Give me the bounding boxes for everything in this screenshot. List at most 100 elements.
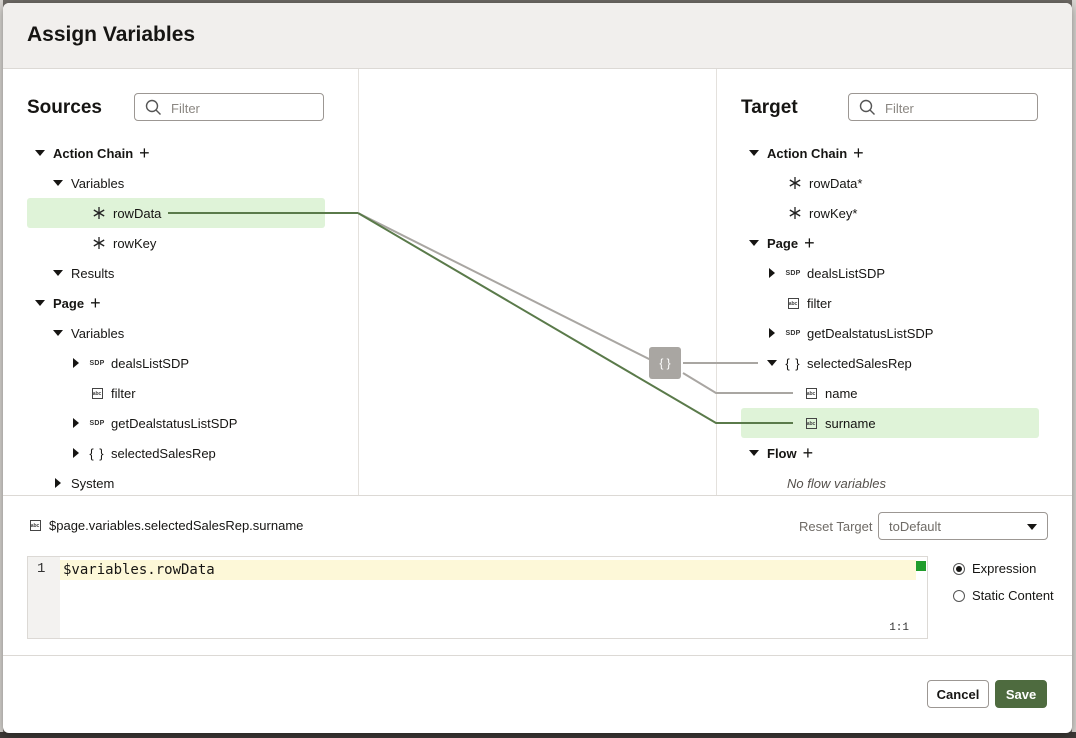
- expand-icon[interactable]: [53, 478, 63, 488]
- add-icon[interactable]: +: [139, 144, 150, 162]
- expand-icon[interactable]: [71, 358, 81, 368]
- target-tree-item[interactable]: Action Chain +: [749, 138, 864, 168]
- target-tree-item[interactable]: abc name: [803, 378, 858, 408]
- object-type-icon: { }: [785, 355, 801, 371]
- target-tree-item[interactable]: rowKey*: [787, 198, 857, 228]
- target-tree-label: rowKey*: [809, 205, 858, 221]
- collapse-icon[interactable]: [53, 270, 63, 276]
- source-tree-item[interactable]: rowKey: [91, 228, 156, 258]
- radio-selected[interactable]: [953, 562, 965, 575]
- collapse-icon[interactable]: [35, 150, 45, 156]
- source-tree-item[interactable]: { } selectedSalesRep: [71, 438, 216, 468]
- add-icon[interactable]: +: [803, 444, 814, 462]
- save-button[interactable]: Save: [995, 680, 1047, 708]
- expand-icon[interactable]: [71, 448, 81, 458]
- target-title: Target: [741, 97, 798, 118]
- target-tree-label: selectedSalesRep: [807, 355, 912, 371]
- target-tree-item[interactable]: Flow +: [749, 438, 813, 468]
- string-type-icon: abc: [27, 517, 43, 533]
- string-type-icon: abc: [89, 385, 105, 401]
- mode-expression-option[interactable]: Expression: [953, 561, 1036, 576]
- editor-gutter: 1: [28, 557, 60, 638]
- source-tree-item[interactable]: abc filter: [89, 378, 136, 408]
- source-tree-label: Action Chain: [53, 145, 134, 161]
- source-tree-label: System: [71, 475, 115, 491]
- collapse-icon[interactable]: [749, 450, 759, 456]
- search-icon: [859, 99, 875, 115]
- target-tree-item[interactable]: SDP dealsListSDP: [767, 258, 885, 288]
- source-tree-item[interactable]: Action Chain +: [35, 138, 150, 168]
- target-filter-input[interactable]: [883, 97, 1035, 119]
- add-icon[interactable]: +: [804, 234, 815, 252]
- sdp-icon: SDP: [89, 419, 105, 427]
- source-tree-label: Variables: [71, 325, 125, 341]
- mode-static-option[interactable]: Static Content: [953, 588, 1054, 603]
- parameter-icon: [91, 235, 107, 251]
- source-tree-item[interactable]: rowData: [91, 198, 161, 228]
- source-tree-item[interactable]: Page +: [35, 288, 101, 318]
- add-icon[interactable]: +: [853, 144, 864, 162]
- collapse-icon[interactable]: [53, 180, 63, 186]
- validation-indicator: [916, 561, 926, 571]
- connector-line: [357, 212, 652, 361]
- code-line[interactable]: $variables.rowData: [60, 560, 916, 580]
- source-tree-item[interactable]: System: [53, 468, 114, 498]
- target-tree-item[interactable]: abc surname: [803, 408, 876, 438]
- mode-expression-label: Expression: [972, 561, 1037, 576]
- target-path-text: $page.variables.selectedSalesRep.surname: [49, 517, 304, 533]
- divider: [3, 655, 1072, 656]
- collapse-icon[interactable]: [767, 360, 777, 366]
- add-icon[interactable]: +: [90, 294, 101, 312]
- target-filter[interactable]: [848, 93, 1038, 121]
- target-tree-label: name: [825, 385, 858, 401]
- reset-target-select[interactable]: toDefault: [878, 512, 1048, 540]
- string-type-icon: abc: [803, 385, 819, 401]
- expand-icon[interactable]: [767, 328, 777, 338]
- expand-icon[interactable]: [767, 268, 777, 278]
- mapping-node-label: { }: [659, 356, 670, 370]
- target-tree-item[interactable]: SDP getDealstatusListSDP: [767, 318, 933, 348]
- divider: [3, 495, 1072, 496]
- cursor-position: 1:1: [889, 622, 909, 634]
- source-tree-label: filter: [111, 385, 136, 401]
- assign-variables-dialog: Assign Variables { } Sources Action Chai…: [3, 3, 1072, 733]
- target-tree-item[interactable]: abc filter: [785, 288, 832, 318]
- collapse-icon[interactable]: [53, 330, 63, 336]
- collapse-icon[interactable]: [749, 240, 759, 246]
- source-tree-item[interactable]: SDP getDealstatusListSDP: [71, 408, 237, 438]
- source-tree-item[interactable]: SDP dealsListSDP: [71, 348, 189, 378]
- parameter-icon: [91, 205, 107, 221]
- target-tree-label: dealsListSDP: [807, 265, 886, 281]
- source-tree-label: dealsListSDP: [111, 355, 190, 371]
- target-tree-item[interactable]: Page +: [749, 228, 815, 258]
- collapse-icon[interactable]: [749, 150, 759, 156]
- string-type-icon: abc: [803, 415, 819, 431]
- reset-target-label: Reset Target: [799, 519, 873, 534]
- source-tree-label: rowKey: [113, 235, 157, 251]
- expand-icon[interactable]: [71, 418, 81, 428]
- source-tree-item[interactable]: Results: [53, 258, 114, 288]
- target-tree-item[interactable]: rowData*: [787, 168, 862, 198]
- sources-filter[interactable]: [134, 93, 324, 121]
- target-tree-item[interactable]: { } selectedSalesRep: [767, 348, 912, 378]
- expression-editor[interactable]: 1 $variables.rowData 1:1: [27, 556, 928, 639]
- backdrop: [1072, 0, 1076, 738]
- target-tree-label: rowData*: [809, 175, 863, 191]
- target-tree-label: Flow: [767, 445, 797, 461]
- source-tree-label: Page: [53, 295, 85, 311]
- parameter-icon: [787, 175, 803, 191]
- cancel-button[interactable]: Cancel: [927, 680, 989, 708]
- search-icon: [145, 99, 161, 115]
- target-path: abc $page.variables.selectedSalesRep.sur…: [27, 517, 303, 533]
- target-tree-label: filter: [807, 295, 832, 311]
- sources-title: Sources: [27, 97, 102, 118]
- radio-unselected[interactable]: [953, 589, 965, 602]
- source-tree-item[interactable]: Variables: [53, 318, 124, 348]
- sources-filter-input[interactable]: [169, 97, 321, 119]
- source-tree-item[interactable]: Variables: [53, 168, 124, 198]
- chevron-down-icon: [1027, 524, 1037, 530]
- target-tree-label: surname: [825, 415, 876, 431]
- sdp-icon: SDP: [89, 359, 105, 367]
- collapse-icon[interactable]: [35, 300, 45, 306]
- string-type-icon: abc: [785, 295, 801, 311]
